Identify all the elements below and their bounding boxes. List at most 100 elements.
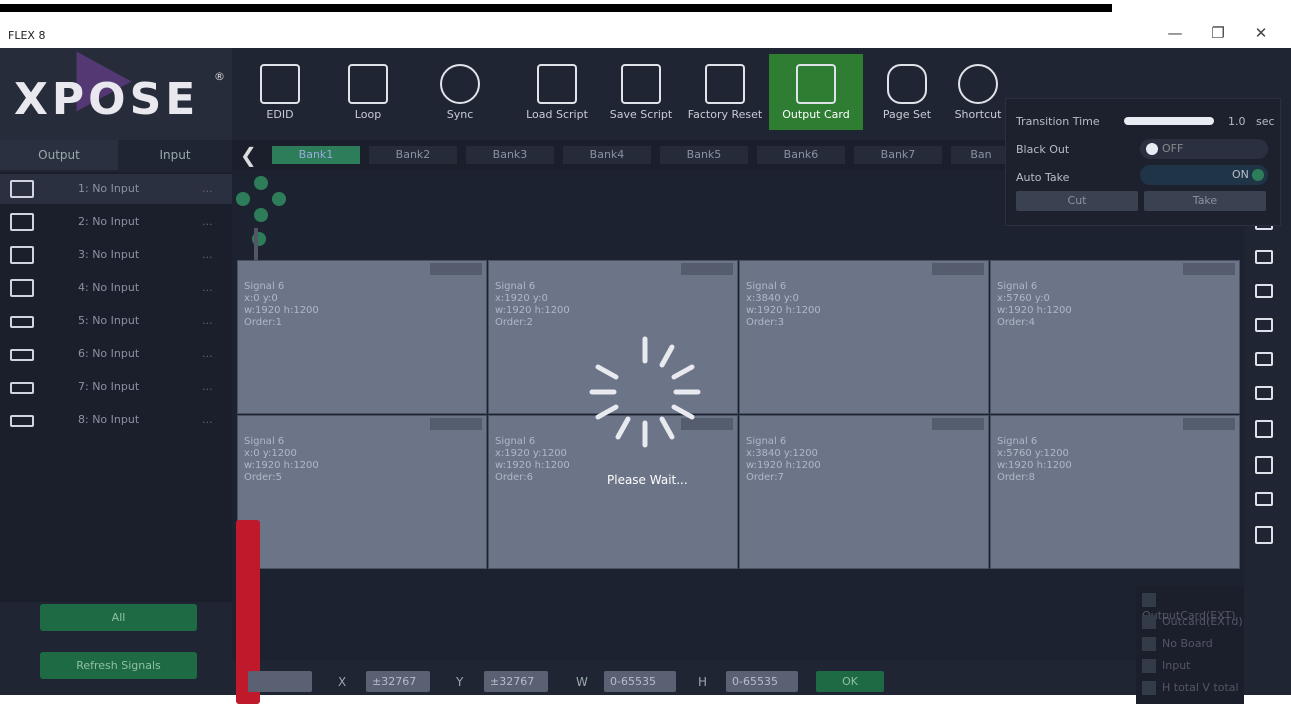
cut-button[interactable]: Cut [1016,191,1138,211]
list-item[interactable]: 6: No Input... [0,339,232,369]
tab-output[interactable]: Output [0,140,118,170]
cell-controls-icon[interactable] [430,418,482,430]
output-canvas[interactable]: Signal 6 x:0 y:0 w:1920 h:1200 Order:1 Sign… [232,170,1244,704]
restore-icon[interactable]: ❐ [1203,24,1233,42]
input-hdmi-icon [10,316,34,328]
logo-registered: ® [214,70,225,83]
input-more-icon[interactable]: ... [202,248,213,261]
cell-signal: Signal 6 [746,281,787,292]
x-input[interactable]: ±32767 [366,671,430,692]
load-script-icon [537,64,577,104]
nudge-up-icon[interactable] [254,176,268,190]
output-cell[interactable]: Signal 6 x:0 y:0 w:1920 h:1200 Order:1 [237,260,487,414]
h-input[interactable]: 0-65535 [726,671,798,692]
list-item[interactable]: 5: No Input... [0,306,232,336]
tab-bank4[interactable]: Bank4 [563,146,651,164]
nudge-right-icon[interactable] [272,192,286,206]
nudge-left-icon[interactable] [236,192,250,206]
shortcut-icon [958,64,998,104]
power-icon[interactable] [1255,526,1273,544]
refresh-signals-button[interactable]: Refresh Signals [40,652,197,679]
input-more-icon[interactable]: ... [202,182,213,195]
output-cell[interactable]: Signal 6 x:3840 y:1200 w:1920 h:1200 Order:… [739,415,989,569]
image-edit-icon[interactable] [1255,352,1273,366]
document-icon[interactable] [1255,456,1273,474]
edid-icon [260,64,300,104]
load-script-button[interactable]: Load Script [522,54,592,130]
cell-size: w:1920 h:1200 [495,460,570,471]
cell-order: Order:8 [997,472,1035,483]
output-card-button[interactable]: Output Card [769,54,863,130]
cell-controls-icon[interactable] [1183,263,1235,275]
input-list: 1: No Input... 2: No Input... 3: No Inpu… [0,172,232,602]
cell-controls-icon[interactable] [932,418,984,430]
list-item[interactable]: 7: No Input... [0,372,232,402]
layer-icon[interactable] [1255,250,1273,264]
tab-bank2[interactable]: Bank2 [369,146,457,164]
list-item[interactable]: 3: No Input... [0,240,232,270]
cell-signal: Signal 6 [244,281,285,292]
input-dvi-icon [10,279,34,297]
w-input[interactable]: 0-65535 [604,671,676,692]
bank-tabs: ❮ Bank1 Bank2 Bank3 Bank4 Bank5 Bank6 Ba… [232,140,1022,170]
input-more-icon[interactable]: ... [202,314,213,327]
y-label: Y [456,675,464,689]
shortcut-button[interactable]: Shortcut [950,54,1006,130]
input-more-icon[interactable]: ... [202,413,213,426]
h-label: H [698,675,708,689]
input-more-icon[interactable]: ... [202,281,213,294]
bank-prev-icon[interactable]: ❮ [240,143,257,167]
input-label: 8: No Input [78,413,140,426]
ok-button[interactable]: OK [816,671,884,692]
sync-icon [440,64,480,104]
minimize-icon[interactable]: — [1160,24,1190,42]
list-item[interactable]: 2: No Input... [0,207,232,237]
input-more-icon[interactable]: ... [202,347,213,360]
layer-stack-icon[interactable] [1255,284,1273,298]
input-label: 1: No Input [78,182,140,195]
cell-controls-icon[interactable] [430,263,482,275]
cell-controls-icon[interactable] [932,263,984,275]
all-button[interactable]: All [40,604,197,631]
take-button[interactable]: Take [1144,191,1266,211]
input-more-icon[interactable]: ... [202,380,213,393]
list-item[interactable]: 1: No Input... [0,174,232,204]
copy-icon[interactable] [1255,420,1273,438]
cell-controls-icon[interactable] [1183,418,1235,430]
input-more-icon[interactable]: ... [202,215,213,228]
close-layer-icon[interactable] [1255,386,1273,400]
sync-button[interactable]: Sync [430,54,490,130]
autotake-toggle[interactable]: ON [1140,165,1268,185]
output-cell[interactable]: Signal 6 x:5760 y:1200 w:1920 h:1200 Order:… [990,415,1240,569]
auto-icon[interactable] [1255,492,1273,506]
output-cell[interactable]: Signal 6 x:3840 y:0 w:1920 h:1200 Order:3 [739,260,989,414]
list-item[interactable]: 4: No Input... [0,273,232,303]
tab-bank1[interactable]: Bank1 [272,146,360,164]
close-icon[interactable]: ✕ [1246,24,1276,42]
list-item[interactable]: 8: No Input... [0,405,232,435]
factory-reset-button[interactable]: Factory Reset [686,54,764,130]
factory-reset-label: Factory Reset [687,108,763,121]
page-set-button[interactable]: Page Set [877,54,937,130]
tab-bank7[interactable]: Bank7 [854,146,942,164]
output-cell[interactable]: Signal 6 x:0 y:1200 w:1920 h:1200 Order:5 [237,415,487,569]
image-icon[interactable] [1255,318,1273,332]
tab-bank6[interactable]: Bank6 [757,146,845,164]
name-field[interactable] [248,671,312,692]
window-titlebar: FLEX 8 — ❐ ✕ [0,22,1291,48]
loop-icon [348,64,388,104]
nudge-down-icon[interactable] [254,208,268,222]
transition-slider[interactable] [1124,117,1214,125]
cell-controls-icon[interactable] [681,263,733,275]
y-input[interactable]: ±32767 [484,671,548,692]
tab-bank3[interactable]: Bank3 [466,146,554,164]
cell-size: w:1920 h:1200 [244,460,319,471]
tab-bank5[interactable]: Bank5 [660,146,748,164]
loop-button[interactable]: Loop [338,54,398,130]
output-cell[interactable]: Signal 6 x:5760 y:0 w:1920 h:1200 Order:4 [990,260,1240,414]
edid-button[interactable]: EDID [250,54,310,130]
blackout-toggle[interactable]: OFF [1140,139,1268,159]
save-script-button[interactable]: Save Script [606,54,676,130]
tab-input[interactable]: Input [118,140,232,170]
tab-bank8[interactable]: Ban [951,146,1011,164]
